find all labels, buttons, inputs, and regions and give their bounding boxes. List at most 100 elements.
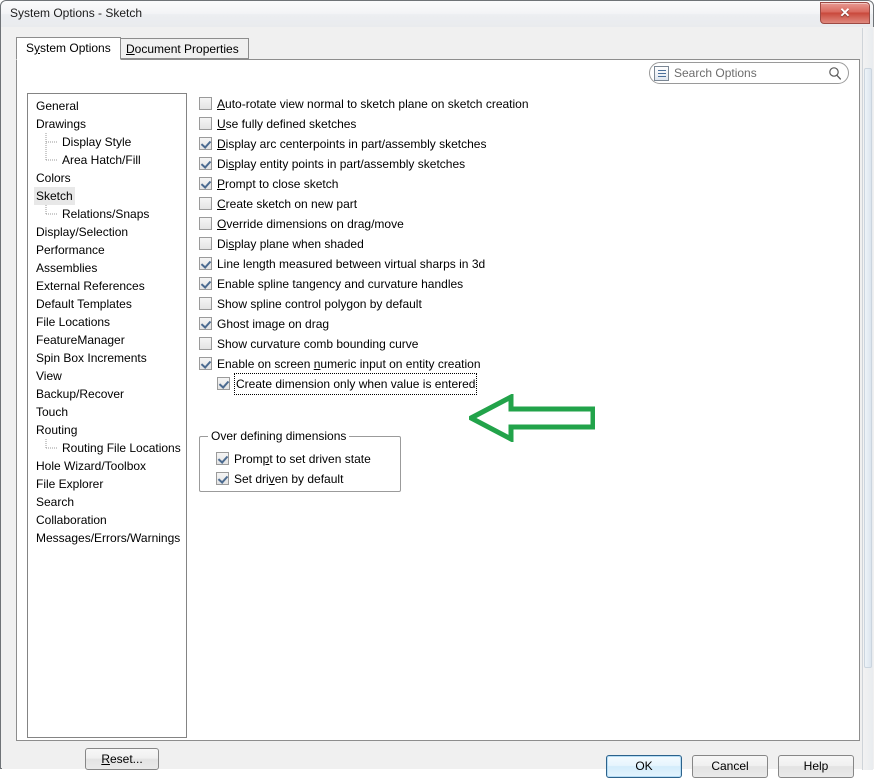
- tree-item-performance[interactable]: Performance: [28, 241, 186, 259]
- tree-item-label: Colors: [36, 171, 71, 185]
- option-set-driven-by-default[interactable]: Set driven by default: [216, 469, 371, 489]
- tab-system-options[interactable]: System Options: [16, 37, 121, 60]
- tree-item-default-templates[interactable]: Default Templates: [28, 295, 186, 313]
- option-label: Prompt to set driven state: [234, 452, 371, 466]
- tree-item-touch[interactable]: Touch: [28, 403, 186, 421]
- tree-item-file-explorer[interactable]: File Explorer: [28, 475, 186, 493]
- tab-panel: Search Options General Drawings Display St…: [16, 59, 860, 770]
- tree-item-general[interactable]: General: [28, 97, 186, 115]
- sketch-options-pane: Auto-rotate view normal to sketch plane …: [199, 94, 849, 739]
- tab-document-properties[interactable]: Document Properties: [116, 38, 249, 59]
- scrollbar-thumb[interactable]: [864, 68, 872, 668]
- checkbox-icon[interactable]: [199, 277, 212, 290]
- option-label: Display arc centerpoints in part/assembl…: [217, 137, 487, 151]
- checkbox-icon[interactable]: [199, 297, 212, 310]
- options-category-tree[interactable]: General Drawings Display Style Area Hatch/F…: [27, 93, 187, 738]
- tree-item-spin-box-increments[interactable]: Spin Box Increments: [28, 349, 186, 367]
- tree-item-display-style[interactable]: Display Style: [28, 133, 186, 151]
- search-icon[interactable]: [828, 66, 842, 80]
- option-auto-rotate-view-normal-to-sketch-plane-on-sketch-creation[interactable]: Auto-rotate view normal to sketch plane …: [199, 94, 849, 114]
- reset-button-label: Reset...: [101, 752, 143, 766]
- option-label: Create sketch on new part: [217, 197, 358, 211]
- tab-system-options-label: System Options: [26, 41, 111, 55]
- checkbox-icon[interactable]: [199, 357, 212, 370]
- checkbox-icon[interactable]: [199, 97, 212, 110]
- tree-item-sketch[interactable]: Sketch: [28, 187, 186, 205]
- tree-item-label: Sketch: [34, 187, 75, 205]
- tree-item-collaboration[interactable]: Collaboration: [28, 511, 186, 529]
- tree-item-search[interactable]: Search: [28, 493, 186, 511]
- tree-item-routing[interactable]: Routing: [28, 421, 186, 439]
- tree-item-label: Display Style: [62, 135, 132, 149]
- tree-item-view[interactable]: View: [28, 367, 186, 385]
- tree-item-drawings[interactable]: Drawings: [28, 115, 186, 133]
- checkbox-icon[interactable]: [199, 217, 212, 230]
- tree-item-label: Routing File Locations: [62, 441, 181, 455]
- option-label: Enable on screen numeric input on entity…: [217, 357, 481, 371]
- help-button[interactable]: Help: [778, 755, 854, 778]
- tree-item-external-references[interactable]: External References: [28, 277, 186, 295]
- option-show-spline-control-polygon-by-default[interactable]: Show spline control polygon by default: [199, 294, 849, 314]
- window-scrollbar[interactable]: [862, 28, 873, 770]
- tree-connector-line: [44, 151, 60, 169]
- option-display-arc-centerpoints-in-part-assembly-sketches[interactable]: Display arc centerpoints in part/assembl…: [199, 134, 849, 154]
- option-create-dimension-only-when-value-is-entered[interactable]: Create dimension only when value is ente…: [199, 373, 849, 395]
- tree-item-label: Area Hatch/Fill: [62, 153, 141, 167]
- tree-item-label: File Explorer: [36, 477, 104, 491]
- tree-connector-line: [44, 133, 60, 151]
- option-show-curvature-comb-bounding-curve[interactable]: Show curvature comb bounding curve: [199, 334, 849, 354]
- option-label: Override dimensions on drag/move: [217, 217, 404, 231]
- checkbox-icon[interactable]: [199, 337, 212, 350]
- tree-item-messages-errors-warnings[interactable]: Messages/Errors/Warnings: [28, 529, 186, 547]
- option-prompt-to-close-sketch[interactable]: Prompt to close sketch: [199, 174, 849, 194]
- tree-item-hole-wizard-toolbox[interactable]: Hole Wizard/Toolbox: [28, 457, 186, 475]
- checkbox-icon[interactable]: [199, 317, 212, 330]
- tree-item-file-locations[interactable]: File Locations: [28, 313, 186, 331]
- search-options-input[interactable]: Search Options: [649, 62, 849, 84]
- option-ghost-image-on-drag[interactable]: Ghost image on drag: [199, 314, 849, 334]
- tree-item-relations-snaps[interactable]: Relations/Snaps: [28, 205, 186, 223]
- option-enable-on-screen-numeric-input-on-entity-creation[interactable]: Enable on screen numeric input on entity…: [199, 354, 849, 374]
- option-line-length-measured-between-virtual-sharps-in-3d[interactable]: Line length measured between virtual sha…: [199, 254, 849, 274]
- tree-item-colors[interactable]: Colors: [28, 169, 186, 187]
- cancel-button[interactable]: Cancel: [692, 755, 768, 778]
- checkbox-icon[interactable]: [199, 237, 212, 250]
- option-label: Create dimension only when value is ente…: [233, 373, 478, 395]
- checkbox-icon[interactable]: [199, 257, 212, 270]
- option-create-sketch-on-new-part[interactable]: Create sketch on new part: [199, 194, 849, 214]
- checkbox-icon[interactable]: [199, 197, 212, 210]
- checkbox-icon[interactable]: [199, 177, 212, 190]
- system-options-dialog: System Options - Sketch ✕ System Options…: [0, 0, 874, 778]
- option-label: Line length measured between virtual sha…: [217, 257, 486, 271]
- option-prompt-to-set-driven-state[interactable]: Prompt to set driven state: [216, 449, 371, 469]
- checkbox-icon[interactable]: [216, 472, 229, 485]
- option-display-entity-points-in-part-assembly-sketches[interactable]: Display entity points in part/assembly s…: [199, 154, 849, 174]
- tree-item-backup-recover[interactable]: Backup/Recover: [28, 385, 186, 403]
- tree-item-display-selection[interactable]: Display/Selection: [28, 223, 186, 241]
- tree-item-routing-file-locations[interactable]: Routing File Locations: [28, 439, 186, 457]
- option-enable-spline-tangency-and-curvature-handles[interactable]: Enable spline tangency and curvature han…: [199, 274, 849, 294]
- tree-item-label: Backup/Recover: [36, 387, 125, 401]
- ok-button[interactable]: OK: [606, 755, 682, 778]
- option-display-plane-when-shaded[interactable]: Display plane when shaded: [199, 234, 849, 254]
- option-label: Display entity points in part/assembly s…: [217, 157, 466, 171]
- tree-item-featuremanager[interactable]: FeatureManager: [28, 331, 186, 349]
- option-use-fully-defined-sketches[interactable]: Use fully defined sketches: [199, 114, 849, 134]
- option-label: Show curvature comb bounding curve: [217, 337, 419, 351]
- checkbox-icon[interactable]: [199, 117, 212, 130]
- dialog-body: System Options Document Properties Searc…: [2, 27, 874, 778]
- close-button[interactable]: ✕: [820, 2, 870, 24]
- close-icon: ✕: [839, 5, 851, 20]
- reset-button[interactable]: Reset...: [85, 748, 159, 770]
- checkbox-icon[interactable]: [199, 137, 212, 150]
- option-label: Prompt to close sketch: [217, 177, 339, 191]
- tree-item-label: Hole Wizard/Toolbox: [36, 459, 147, 473]
- tree-item-label: Touch: [36, 405, 69, 419]
- option-override-dimensions-on-drag-move[interactable]: Override dimensions on drag/move: [199, 214, 849, 234]
- tree-item-assemblies[interactable]: Assemblies: [28, 259, 186, 277]
- checkbox-icon[interactable]: [217, 377, 230, 390]
- tree-item-area-hatch-fill[interactable]: Area Hatch/Fill: [28, 151, 186, 169]
- checkbox-icon[interactable]: [216, 452, 229, 465]
- checkbox-icon[interactable]: [199, 157, 212, 170]
- tree-item-label: View: [36, 369, 62, 383]
